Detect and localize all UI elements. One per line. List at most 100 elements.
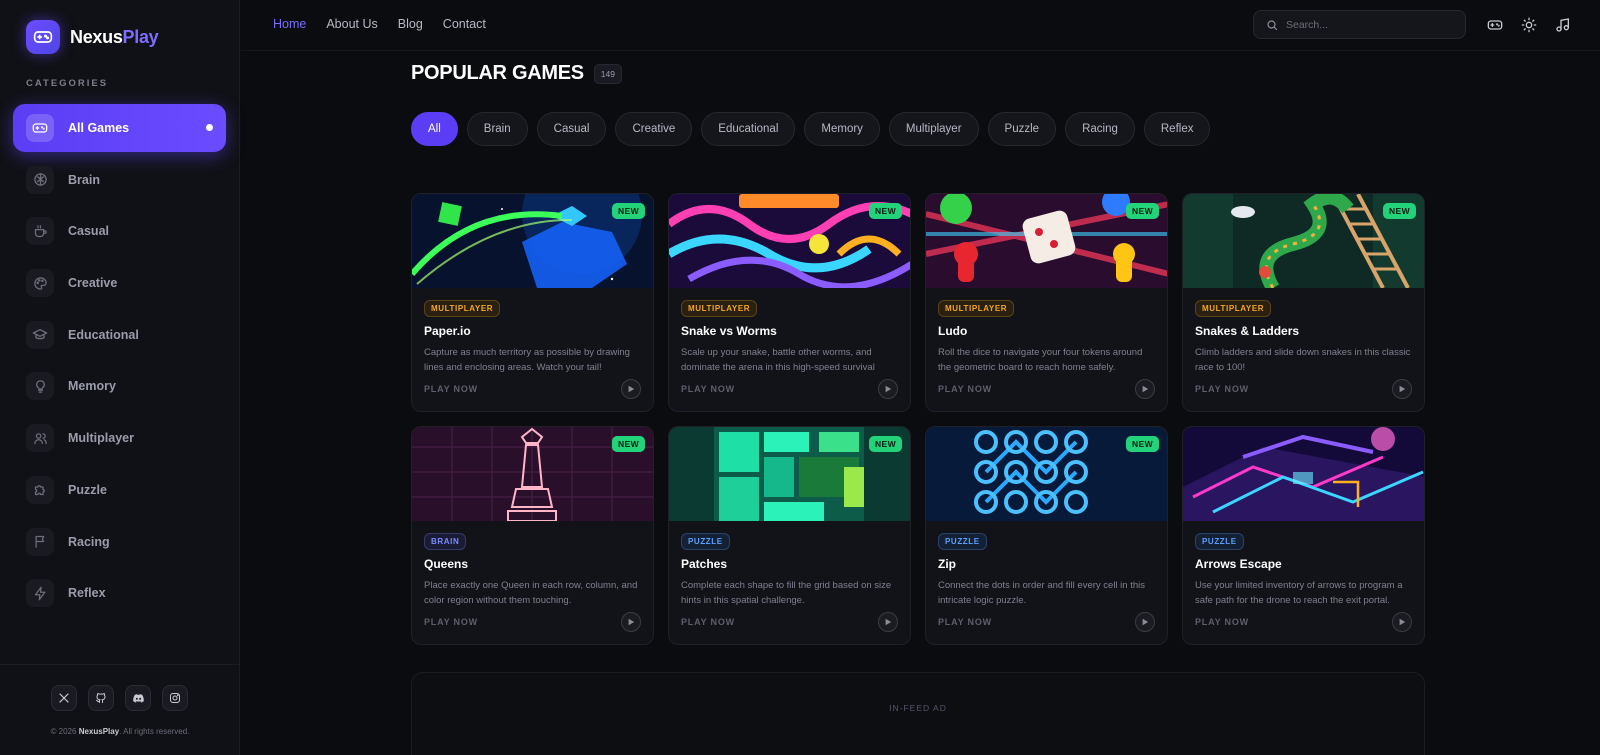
play-now-label[interactable]: PLAY NOW: [938, 384, 992, 394]
play-icon[interactable]: [878, 612, 898, 632]
sidebar-item-memory[interactable]: Memory: [13, 362, 226, 410]
game-title: Zip: [938, 557, 956, 571]
sidebar-item-reflex[interactable]: Reflex: [13, 569, 226, 617]
sidebar-item-all-games[interactable]: All Games: [13, 104, 226, 152]
copyright-suffix: . All rights reserved.: [119, 727, 190, 736]
github-icon[interactable]: [88, 685, 114, 711]
filter-creative[interactable]: Creative: [615, 112, 693, 146]
filter-bar: All Brain Casual Creative Educational Me…: [411, 112, 1211, 146]
game-card-snakes-ladders[interactable]: NEW MULTIPLAYER Snakes & Ladders Climb l…: [1182, 193, 1425, 412]
filter-brain[interactable]: Brain: [466, 112, 528, 146]
play-now-label[interactable]: PLAY NOW: [424, 617, 478, 627]
nav-about-us[interactable]: About Us: [326, 17, 377, 31]
category-tag: BRAIN: [424, 533, 467, 550]
filter-puzzle[interactable]: Puzzle: [987, 112, 1057, 146]
game-description: Scale up your snake, battle other worms,…: [681, 347, 875, 373]
game-card-queens[interactable]: NEW BRAIN Queens Place exactly one Queen…: [411, 426, 654, 645]
ad-label: IN-FEED AD: [889, 703, 947, 713]
game-title: Snakes & Ladders: [1195, 324, 1300, 338]
play-icon[interactable]: [1392, 612, 1412, 632]
nav-contact[interactable]: Contact: [443, 17, 486, 31]
lightbulb-icon: [26, 372, 54, 401]
sidebar-footer: © 2026 NexusPlay. All rights reserved.: [0, 664, 240, 755]
game-description: Complete each shape to fill the grid bas…: [681, 580, 892, 606]
lightning-icon: [26, 579, 54, 608]
game-description: Capture as much territory as possible by…: [424, 347, 630, 373]
sidebar-item-brain[interactable]: Brain: [13, 156, 226, 204]
category-tag: MULTIPLAYER: [681, 300, 758, 317]
game-description: Place exactly one Queen in each row, col…: [424, 580, 638, 606]
new-badge: NEW: [611, 436, 645, 452]
play-icon[interactable]: [878, 379, 898, 399]
nav-home[interactable]: Home: [273, 17, 306, 31]
gamepad-icon[interactable]: [1487, 17, 1503, 33]
sidebar-item-label: Educational: [68, 327, 139, 342]
play-icon[interactable]: [1135, 612, 1155, 632]
new-badge: NEW: [1125, 203, 1159, 219]
play-icon[interactable]: [1135, 379, 1155, 399]
play-now-label[interactable]: PLAY NOW: [424, 384, 478, 394]
sidebar-item-puzzle[interactable]: Puzzle: [13, 466, 226, 514]
game-description: Connect the dots in order and fill every…: [938, 580, 1145, 606]
play-now-label[interactable]: PLAY NOW: [938, 617, 992, 627]
game-card-patches[interactable]: NEW PUZZLE Patches Complete each shape t…: [668, 426, 911, 645]
new-badge: NEW: [868, 436, 902, 452]
sidebar-item-label: Brain: [68, 172, 100, 187]
users-icon: [26, 424, 54, 453]
sidebar-item-educational[interactable]: Educational: [13, 311, 226, 359]
game-thumbnail: NEW: [669, 194, 910, 288]
music-icon[interactable]: [1555, 17, 1571, 33]
play-icon[interactable]: [621, 612, 641, 632]
sun-icon[interactable]: [1521, 17, 1537, 33]
discord-icon[interactable]: [125, 685, 151, 711]
filter-memory[interactable]: Memory: [804, 112, 880, 146]
copyright-brand: NexusPlay: [78, 727, 120, 736]
games-grid: NEW MULTIPLAYER Paper.io Capture as much…: [411, 193, 1425, 645]
sidebar-item-label: Creative: [68, 276, 118, 291]
game-card-snake-vs-worms[interactable]: NEW MULTIPLAYER Snake vs Worms Scale up …: [668, 193, 911, 412]
game-title: Arrows Escape: [1195, 557, 1282, 571]
game-thumbnail: NEW: [926, 194, 1167, 288]
nav-blog[interactable]: Blog: [398, 17, 423, 31]
new-badge: NEW: [611, 203, 645, 219]
play-icon[interactable]: [621, 379, 641, 399]
game-title: Patches: [681, 557, 728, 571]
brand[interactable]: NexusPlay: [26, 20, 159, 54]
filter-racing[interactable]: Racing: [1065, 112, 1135, 146]
game-title: Paper.io: [424, 324, 471, 338]
play-now-label[interactable]: PLAY NOW: [681, 384, 735, 394]
game-card-ludo[interactable]: NEW MULTIPLAYER Ludo Roll the dice to na…: [925, 193, 1168, 412]
game-card-paper-io[interactable]: NEW MULTIPLAYER Paper.io Capture as much…: [411, 193, 654, 412]
game-card-zip[interactable]: NEW PUZZLE Zip Connect the dots in order…: [925, 426, 1168, 645]
game-card-arrows-escape[interactable]: PUZZLE Arrows Escape Use your limited in…: [1182, 426, 1425, 645]
sidebar-item-label: All Games: [68, 121, 130, 135]
brand-name-part2: Play: [122, 26, 159, 47]
sidebar-item-multiplayer[interactable]: Multiplayer: [13, 414, 226, 462]
play-now-label[interactable]: PLAY NOW: [1195, 617, 1249, 627]
sidebar-item-racing[interactable]: Racing: [13, 518, 226, 566]
sidebar-item-casual[interactable]: Casual: [13, 207, 226, 255]
filter-reflex[interactable]: Reflex: [1143, 112, 1211, 146]
category-list: All Games Brain Casual Creative Educatio…: [13, 104, 226, 621]
category-tag: PUZZLE: [938, 533, 987, 550]
category-tag: MULTIPLAYER: [1195, 300, 1272, 317]
filter-educational[interactable]: Educational: [701, 112, 796, 146]
play-now-label[interactable]: PLAY NOW: [681, 617, 735, 627]
game-thumbnail: NEW: [669, 427, 910, 521]
filter-multiplayer[interactable]: Multiplayer: [888, 112, 979, 146]
x-icon[interactable]: [51, 685, 77, 711]
game-description: Roll the dice to navigate your four toke…: [938, 347, 1143, 373]
instagram-icon[interactable]: [162, 685, 188, 711]
play-now-label[interactable]: PLAY NOW: [1195, 384, 1249, 394]
sidebar-item-creative[interactable]: Creative: [13, 259, 226, 307]
game-thumbnail: NEW: [1183, 194, 1424, 288]
search-box[interactable]: [1253, 10, 1466, 39]
search-input[interactable]: [1286, 18, 1456, 31]
top-bar: Home About Us Blog Contact: [241, 0, 1600, 51]
game-description: Climb ladders and slide down snakes in t…: [1195, 347, 1411, 373]
game-title: Snake vs Worms: [681, 324, 777, 338]
play-icon[interactable]: [1392, 379, 1412, 399]
filter-casual[interactable]: Casual: [536, 112, 607, 146]
game-thumbnail: NEW: [926, 427, 1167, 521]
filter-all[interactable]: All: [411, 112, 458, 146]
